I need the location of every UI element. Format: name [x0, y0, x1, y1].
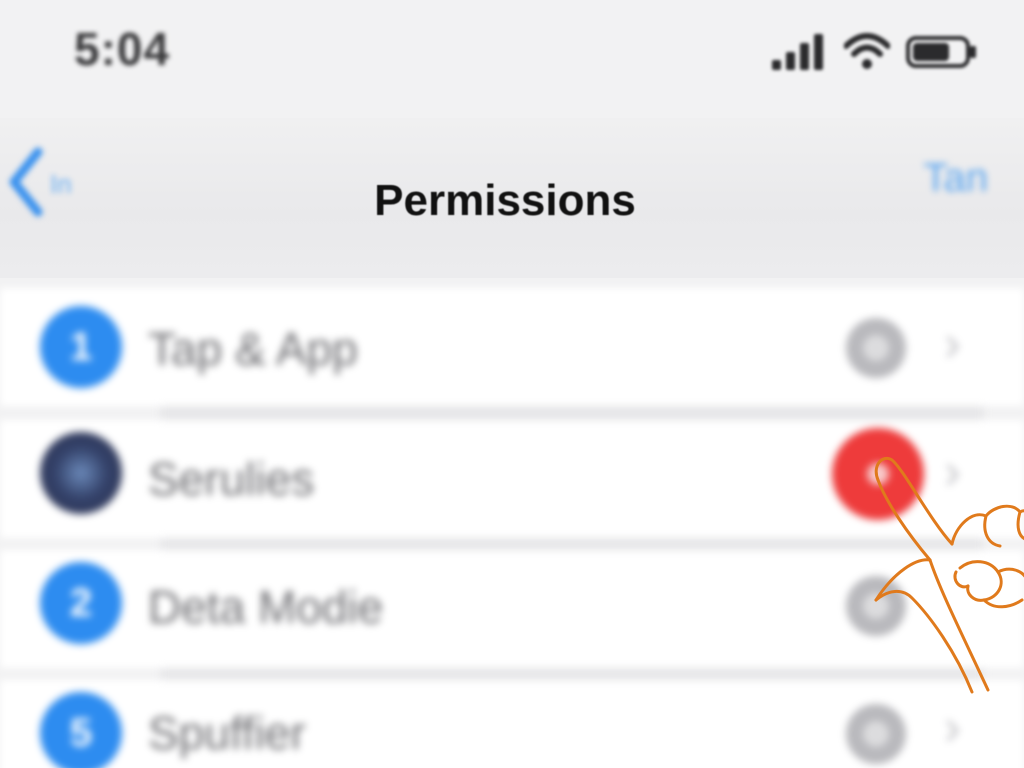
list-item-label: Serulies [148, 453, 315, 505]
globe-avatar-icon [40, 432, 122, 514]
permission-toggle[interactable] [846, 576, 906, 636]
row-divider [160, 406, 984, 420]
toggle-knob [863, 593, 889, 619]
phone-screen: 5:04 In Permissions Tan 1 Tap & App › Se… [0, 0, 1024, 768]
list-item-serulies[interactable]: Serulies › [0, 420, 1024, 538]
list-item-spuffier[interactable]: 5 Spuffier › [0, 680, 1024, 768]
signal-icon [772, 32, 828, 77]
toggle-knob [863, 721, 889, 747]
battery-icon [906, 32, 978, 77]
chevron-right-icon: › [944, 443, 961, 499]
list-item-label: Spuffier [148, 707, 306, 759]
status-bar: 5:04 [0, 0, 1024, 100]
permission-toggle-active[interactable] [832, 428, 924, 520]
toggle-knob [867, 463, 889, 485]
chevron-right-icon: › [944, 315, 961, 371]
list-item-label: Deta Modie [148, 581, 384, 633]
status-time: 5:04 [74, 23, 171, 75]
status-icons [772, 32, 978, 77]
toggle-knob [863, 335, 889, 361]
navigation-bar: In Permissions Tan [0, 118, 1024, 278]
list-item-label: Tap & App [148, 323, 358, 375]
permission-toggle[interactable] [846, 318, 906, 378]
wifi-icon [843, 32, 891, 77]
list-item-deta-modie[interactable]: 2 Deta Modie [0, 550, 1024, 668]
permission-toggle[interactable] [846, 704, 906, 764]
number-badge-icon: 2 [40, 562, 122, 644]
chevron-right-icon: › [944, 699, 961, 755]
number-badge-icon: 5 [40, 692, 122, 768]
list-item-tap-app[interactable]: 1 Tap & App › [0, 288, 1024, 406]
page-title: Permissions [374, 176, 636, 225]
number-badge-icon: 1 [40, 306, 122, 388]
nav-action-button[interactable]: Tan [924, 156, 989, 201]
permissions-list: 1 Tap & App › Serulies › 2 Deta Modie 5 … [0, 282, 1024, 768]
